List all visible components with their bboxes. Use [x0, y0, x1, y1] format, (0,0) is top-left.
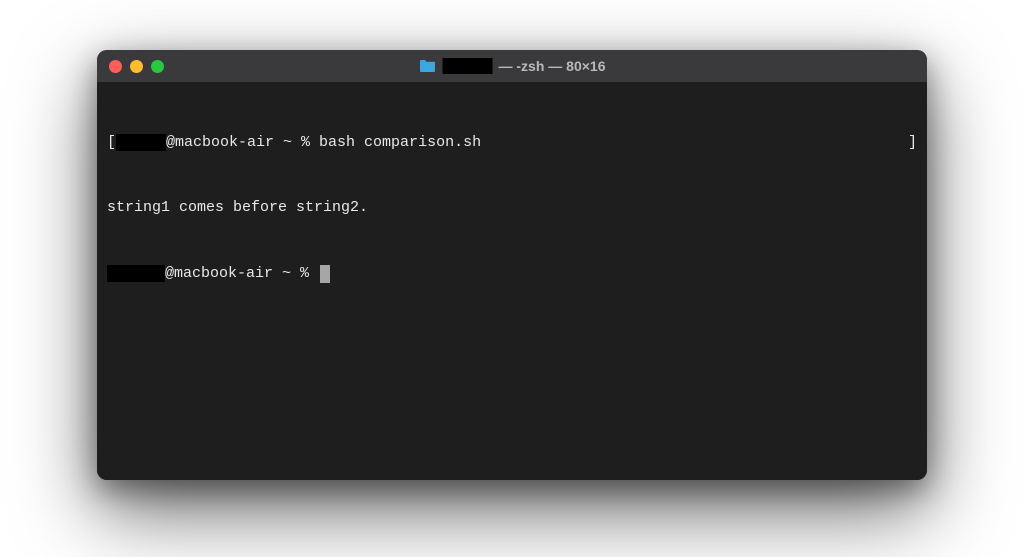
window-title: — -zsh — 80×16 [419, 58, 606, 74]
terminal-line-3: @macbook-air ~ % [107, 263, 917, 285]
terminal-window: — -zsh — 80×16 [ @macbook-air ~ % bash c… [97, 50, 927, 480]
output-text: string1 comes before string2. [107, 197, 368, 219]
redacted-user [107, 265, 165, 282]
cursor [320, 265, 330, 283]
prompt-bracket-open: [ [107, 132, 116, 154]
close-button[interactable] [109, 60, 122, 73]
prompt-text: @macbook-air ~ % [165, 263, 318, 285]
folder-icon [419, 59, 437, 73]
redacted-username [443, 58, 493, 74]
prompt-bracket-close: ] [908, 132, 917, 154]
prompt-text: @macbook-air ~ % [166, 132, 319, 154]
terminal-body[interactable]: [ @macbook-air ~ % bash comparison.sh ] … [97, 82, 927, 480]
redacted-user [116, 134, 166, 151]
command-text: bash comparison.sh [319, 132, 481, 154]
title-text: — -zsh — 80×16 [499, 58, 606, 74]
minimize-button[interactable] [130, 60, 143, 73]
terminal-line-1: [ @macbook-air ~ % bash comparison.sh ] [107, 132, 917, 154]
titlebar: — -zsh — 80×16 [97, 50, 927, 82]
traffic-lights [109, 60, 164, 73]
maximize-button[interactable] [151, 60, 164, 73]
terminal-line-2: string1 comes before string2. [107, 197, 917, 219]
